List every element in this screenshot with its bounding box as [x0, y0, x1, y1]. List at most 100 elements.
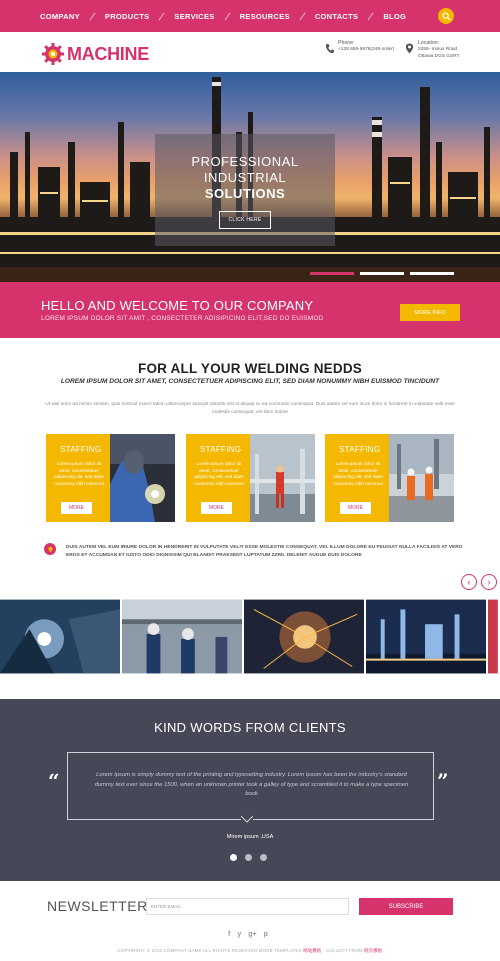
- card-text: Lorem ipsum dolor sit amet, consectetuer…: [194, 461, 244, 486]
- prev-arrow-button[interactable]: ‹: [461, 574, 477, 590]
- card-text: Lorem ipsum dolor sit amet, consectetuer…: [333, 461, 383, 486]
- site-header: MACHINE Phone: +128 658-5976(248-order) …: [0, 32, 500, 72]
- lightbulb-badge: [44, 543, 56, 555]
- nav-separator: [299, 12, 306, 20]
- phone-text: Phone: +128 658-5976(248-order): [338, 40, 394, 54]
- footer-link-webpages[interactable]: 网页模板: [364, 948, 382, 953]
- location-contact: Location: 2455- minus Road Ottawa DGS GS…: [405, 40, 460, 60]
- facebook-icon[interactable]: f: [228, 931, 230, 938]
- hero-title-line3: SOLUTIONS: [204, 186, 286, 201]
- location-line1: 2455- minus Road: [418, 47, 458, 52]
- nav-item-services[interactable]: SERVICES: [174, 12, 231, 21]
- welding-text: Ut wisi enim ad minim veniam, quis nostr…: [45, 402, 455, 415]
- image-gallery: [0, 599, 500, 674]
- info-text: DUIS AUTEM VEL EUM IRIURE DOLOR IN HENDR…: [66, 545, 463, 558]
- welding-subtitle: LOREM IPSUM DOLOR SIT AMET, CONSECTETUER…: [60, 378, 440, 385]
- nav-item-resources[interactable]: RESOURCES: [240, 12, 307, 21]
- testimonial-dot-3[interactable]: [260, 854, 267, 861]
- card-title: STAFFING: [200, 445, 242, 454]
- nav-item-products[interactable]: PRODUCTS: [105, 12, 167, 21]
- gallery-image-partial[interactable]: [488, 599, 499, 674]
- subscribe-button[interactable]: SUBSCRIBE: [359, 898, 453, 915]
- search-icon: [441, 11, 451, 21]
- slider-dot-3[interactable]: [410, 272, 454, 275]
- card-title: STAFFING: [339, 445, 381, 454]
- twitter-icon[interactable]: y: [237, 931, 241, 938]
- hero-title-line1: PROFESSIONAL: [191, 154, 299, 169]
- click-here-button[interactable]: CLICK HERE: [219, 211, 271, 229]
- pipeline-worker-image: [250, 434, 315, 522]
- nav-separator: [224, 12, 231, 20]
- gallery-image-workers[interactable]: [122, 599, 243, 674]
- testimonial-text: Lorem Ipsum is simply dummy text of the …: [94, 772, 409, 797]
- more-info-button[interactable]: MORE INFO: [400, 304, 460, 321]
- testimonial-dot-2[interactable]: [245, 854, 252, 861]
- gallery-image-night-plant[interactable]: [366, 599, 487, 674]
- nav-item-company[interactable]: COMPANY: [40, 12, 97, 21]
- card-info: STAFFING Lorem ipsum dolor sit amet, con…: [46, 434, 110, 522]
- top-navigation: COMPANY PRODUCTS SERVICES RESOURCES CONT…: [0, 0, 500, 32]
- nav-label: RESOURCES: [239, 11, 290, 21]
- quote-close-icon: ”: [437, 769, 449, 793]
- footer-copyright: COPYRIGHT © 2015 COMPANY NAME ALL RIGHTS…: [117, 948, 302, 953]
- pinterest-icon[interactable]: p: [264, 931, 268, 938]
- newsletter-title: NEWSLETTER: [47, 898, 148, 914]
- slider-dots: [310, 272, 460, 275]
- location-line2: Ottawa DGS GSRT: [418, 53, 460, 59]
- phone-icon: [325, 44, 334, 54]
- phone-contact: Phone: +128 658-5976(248-order): [325, 40, 394, 54]
- location-text: Location: 2455- minus Road Ottawa DGS GS…: [418, 40, 460, 60]
- chevron-left-icon: ‹: [467, 577, 471, 587]
- card-info: STAFFING Lorem ipsum dolor sit amet, con…: [186, 434, 250, 522]
- welcome-subtitle: LOREM IPSUM DOLOR SIT AMIT , CONSECTETER…: [41, 315, 324, 322]
- service-card-3: STAFFING Lorem ipsum dolor sit amet, con…: [325, 434, 454, 522]
- nav-separator: [158, 12, 165, 20]
- nav-label: PRODUCTS: [104, 11, 150, 21]
- next-arrow-button[interactable]: ›: [481, 574, 497, 590]
- card-more-button[interactable]: MORE: [201, 502, 232, 514]
- service-card-2: STAFFING Lorem ipsum dolor sit amet, con…: [186, 434, 315, 522]
- card-more-button[interactable]: MORE: [61, 502, 92, 514]
- slider-dot-1[interactable]: [310, 272, 354, 275]
- email-input[interactable]: ENTER EMAIL: [146, 898, 349, 915]
- gallery-image-sparks[interactable]: [244, 599, 365, 674]
- page: COMPANY PRODUCTS SERVICES RESOURCES CONT…: [0, 0, 500, 961]
- welder-image: [110, 434, 175, 522]
- google-plus-icon[interactable]: g+: [248, 931, 256, 938]
- search-button[interactable]: [438, 8, 454, 24]
- nav-separator: [367, 12, 374, 20]
- nav-label: COMPANY: [40, 11, 80, 21]
- nav-item-blog[interactable]: BLOG: [383, 12, 406, 21]
- social-links: f y g+ p: [228, 931, 275, 938]
- engineers-image: [389, 434, 454, 522]
- testimonial-dot-1[interactable]: [230, 854, 237, 861]
- testimonial-section: KIND WORDS FROM CLIENTS “ ” Lorem Ipsum …: [0, 699, 500, 881]
- hero-caption: PROFESSIONAL INDUSTRIAL SOLUTIONS CLICK …: [155, 134, 335, 246]
- testimonial-author: Mirem ipsum ,USA: [226, 834, 274, 840]
- testimonial-box: Lorem Ipsum is simply dummy text of the …: [67, 752, 434, 827]
- card-text: Lorem ipsum dolor sit amet, consectetuer…: [54, 461, 104, 486]
- location-pin-icon: [405, 43, 414, 54]
- card-more-button[interactable]: MORE: [340, 502, 371, 514]
- card-title: STAFFING: [60, 445, 102, 454]
- testimonial-title: KIND WORDS FROM CLIENTS: [154, 720, 346, 735]
- nav-label: BLOG: [383, 11, 407, 21]
- gear-icon: [42, 43, 64, 65]
- slider-dot-2[interactable]: [360, 272, 404, 275]
- nav-label: SERVICES: [174, 11, 215, 21]
- logo[interactable]: MACHINE: [41, 42, 149, 66]
- location-label: Location:: [418, 40, 440, 46]
- phone-label: Phone:: [338, 40, 355, 46]
- lightbulb-icon: [47, 546, 53, 552]
- nav-item-contacts[interactable]: CONTACTS: [315, 12, 376, 21]
- speech-notch: [241, 815, 253, 827]
- hero-title-line2: INDUSTRIAL: [203, 170, 287, 185]
- hero-slider: PROFESSIONAL INDUSTRIAL SOLUTIONS CLICK …: [0, 72, 500, 282]
- nav-separator: [89, 12, 96, 20]
- gallery-image-welding[interactable]: [0, 599, 121, 674]
- service-card-1: STAFFING Lorem ipsum dolor sit amet, con…: [46, 434, 175, 522]
- footer: COPYRIGHT © 2015 COMPANY NAME ALL RIGHTS…: [0, 948, 500, 954]
- footer-link-templates[interactable]: 网站模板: [303, 948, 321, 953]
- logo-text: MACHINE: [67, 43, 149, 64]
- welding-title: FOR ALL YOUR WELDING NEDDS: [138, 361, 362, 376]
